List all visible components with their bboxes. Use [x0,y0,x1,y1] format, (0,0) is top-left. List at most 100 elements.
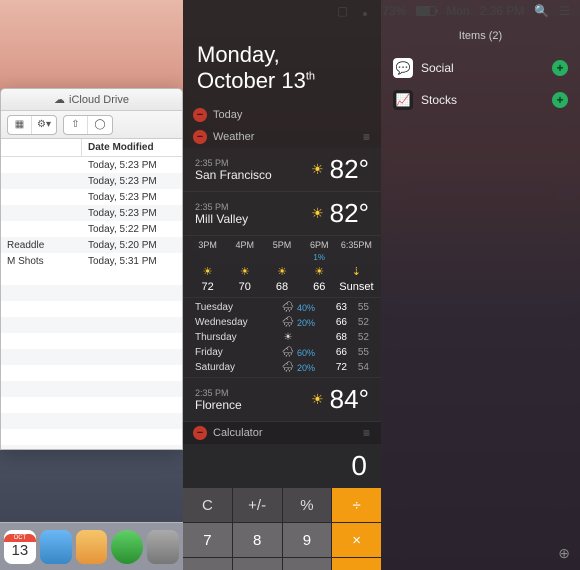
dock-calendar[interactable]: OCT 13 [4,530,36,564]
city-time: 2:35 PM [195,388,305,398]
table-row[interactable]: M ShotsToday, 5:31 PM [1,253,182,269]
add-widget-button[interactable]: + [552,60,568,76]
hour-col: 6:35PM⇣Sunset [338,240,375,293]
items-panel: Items (2) 💬Social+📈Stocks+ ⊕ [381,0,580,570]
drag-handle-icon[interactable]: ≡ [363,426,371,440]
calc-key-−[interactable]: − [332,558,381,570]
city-name: Florence [195,398,305,412]
battery-percent: 73% [382,4,406,18]
gear-button[interactable]: ⚙▾ [32,116,56,134]
city-temp: 82° [330,154,369,185]
calc-key-5[interactable]: 5 [233,558,282,570]
table-row[interactable]: Today, 5:23 PM [1,173,182,189]
tags-button[interactable]: ◯ [88,116,112,134]
share-button[interactable]: ⇧ [64,116,88,134]
calc-key-4[interactable]: 4 [183,558,232,570]
item-label: Social [421,61,454,75]
finder-window: ☁︎ iCloud Drive ▦ ⚙▾ ⇧ ◯ Date Modified T… [0,88,183,450]
hour-col: 4PM☀70 [226,240,263,293]
file-date: Today, 5:23 PM [82,208,182,219]
widget-header-calculator: − Calculator ≡ [183,422,381,444]
weather-icon: ☀ [203,265,213,278]
remove-weather-button[interactable]: − [193,130,207,144]
notification-center: Today Notifications Monday, October 13th… [183,0,381,570]
menubar: ▢ 73% Mon 2:36 PM 🔍 ☰ [327,0,580,22]
finder-titlebar: ☁︎ iCloud Drive [1,89,182,111]
menubar-time: 2:36 PM [480,4,525,18]
file-date: Today, 5:23 PM [82,176,182,187]
table-row[interactable]: Today, 5:23 PM [1,205,182,221]
precip-pct: 20% [297,318,325,328]
menubar-day: Mon [446,4,469,18]
city-name: Mill Valley [195,212,305,226]
precip-pct: 60% [297,348,325,358]
col-name[interactable] [1,139,82,156]
calc-key-+/-[interactable]: +/- [233,488,282,522]
calc-key-9[interactable]: 9 [283,523,332,557]
city-time: 2:35 PM [195,202,305,212]
weather-icon: ☀ [279,332,297,343]
file-date: Today, 5:22 PM [82,224,182,235]
edit-gear-icon[interactable]: ⊕ [558,545,570,562]
wifi-icon[interactable] [358,6,372,16]
city-row[interactable]: 2:35 PMMill Valley☀82° [183,192,381,236]
calc-key-C[interactable]: C [183,488,232,522]
finder-title: iCloud Drive [69,94,129,106]
view-icon-button[interactable]: ▦ [8,116,32,134]
list-icon[interactable]: ☰ [559,4,570,18]
day-name: Thursday [195,332,279,343]
table-row[interactable]: Today, 5:23 PM [1,157,182,173]
sun-icon: ☀ [311,391,324,408]
airplay-icon[interactable]: ▢ [337,4,348,18]
hour-col: 5PM☀68 [263,240,300,293]
hour-temp: 72 [201,281,213,293]
weather-icon: ☀ [240,265,250,278]
temp-low: 54 [347,362,369,373]
day-name: Tuesday [195,302,279,313]
hour-label: 6:35PM [341,240,372,250]
stocks-icon: 📈 [393,90,413,110]
dock: OCT 13 [0,522,183,570]
drag-handle-icon[interactable]: ≡ [363,130,371,144]
calc-key-÷[interactable]: ÷ [332,488,381,522]
table-row[interactable]: Today, 5:22 PM [1,221,182,237]
add-widget-button[interactable]: + [552,92,568,108]
hour-label: 3PM [198,240,217,250]
dock-photos[interactable] [76,530,108,564]
day-row: Tuesday🌧40%6355 [183,300,381,315]
dock-messages[interactable] [111,530,143,564]
table-row[interactable]: Today, 5:23 PM [1,189,182,205]
finder-rows: Today, 5:23 PM Today, 5:23 PM Today, 5:23 … [1,157,182,269]
table-row[interactable]: ReaddleToday, 5:20 PM [1,237,182,253]
remove-today-button[interactable]: − [193,108,207,122]
calc-key-×[interactable]: × [332,523,381,557]
file-date: Today, 5:31 PM [82,256,182,267]
widget-header-today: − Today [183,104,381,126]
day-row: Friday🌧60%6655 [183,345,381,360]
col-date-modified[interactable]: Date Modified [82,139,182,156]
today-label: Today [213,109,242,121]
file-date: Today, 5:23 PM [82,192,182,203]
calc-key-6[interactable]: 6 [283,558,332,570]
dock-finder[interactable] [40,530,72,564]
city-row[interactable]: 2:35 PM Florence ☀ 84° [183,378,381,422]
hour-col: 6PM1%☀66 [301,240,338,293]
city-row[interactable]: 2:35 PMSan Francisco☀82° [183,148,381,192]
precip-pct: 1% [313,253,325,262]
battery-icon[interactable] [416,6,436,16]
calc-key-%[interactable]: % [283,488,332,522]
calc-key-7[interactable]: 7 [183,523,232,557]
file-name: Readdle [1,240,82,251]
nc-day-name: Monday, [197,42,367,68]
remove-calculator-button[interactable]: − [193,426,207,440]
day-name: Friday [195,347,279,358]
weather-icon: ⇣ [352,265,361,278]
calc-key-8[interactable]: 8 [233,523,282,557]
finder-toolbar: ▦ ⚙▾ ⇧ ◯ [1,111,182,139]
hour-label: 6PM [310,240,329,250]
temp-low: 55 [347,302,369,313]
dock-app[interactable] [147,530,179,564]
temp-high: 72 [325,362,347,373]
spotlight-icon[interactable]: 🔍 [534,4,549,18]
sun-icon: ☀ [311,205,324,222]
